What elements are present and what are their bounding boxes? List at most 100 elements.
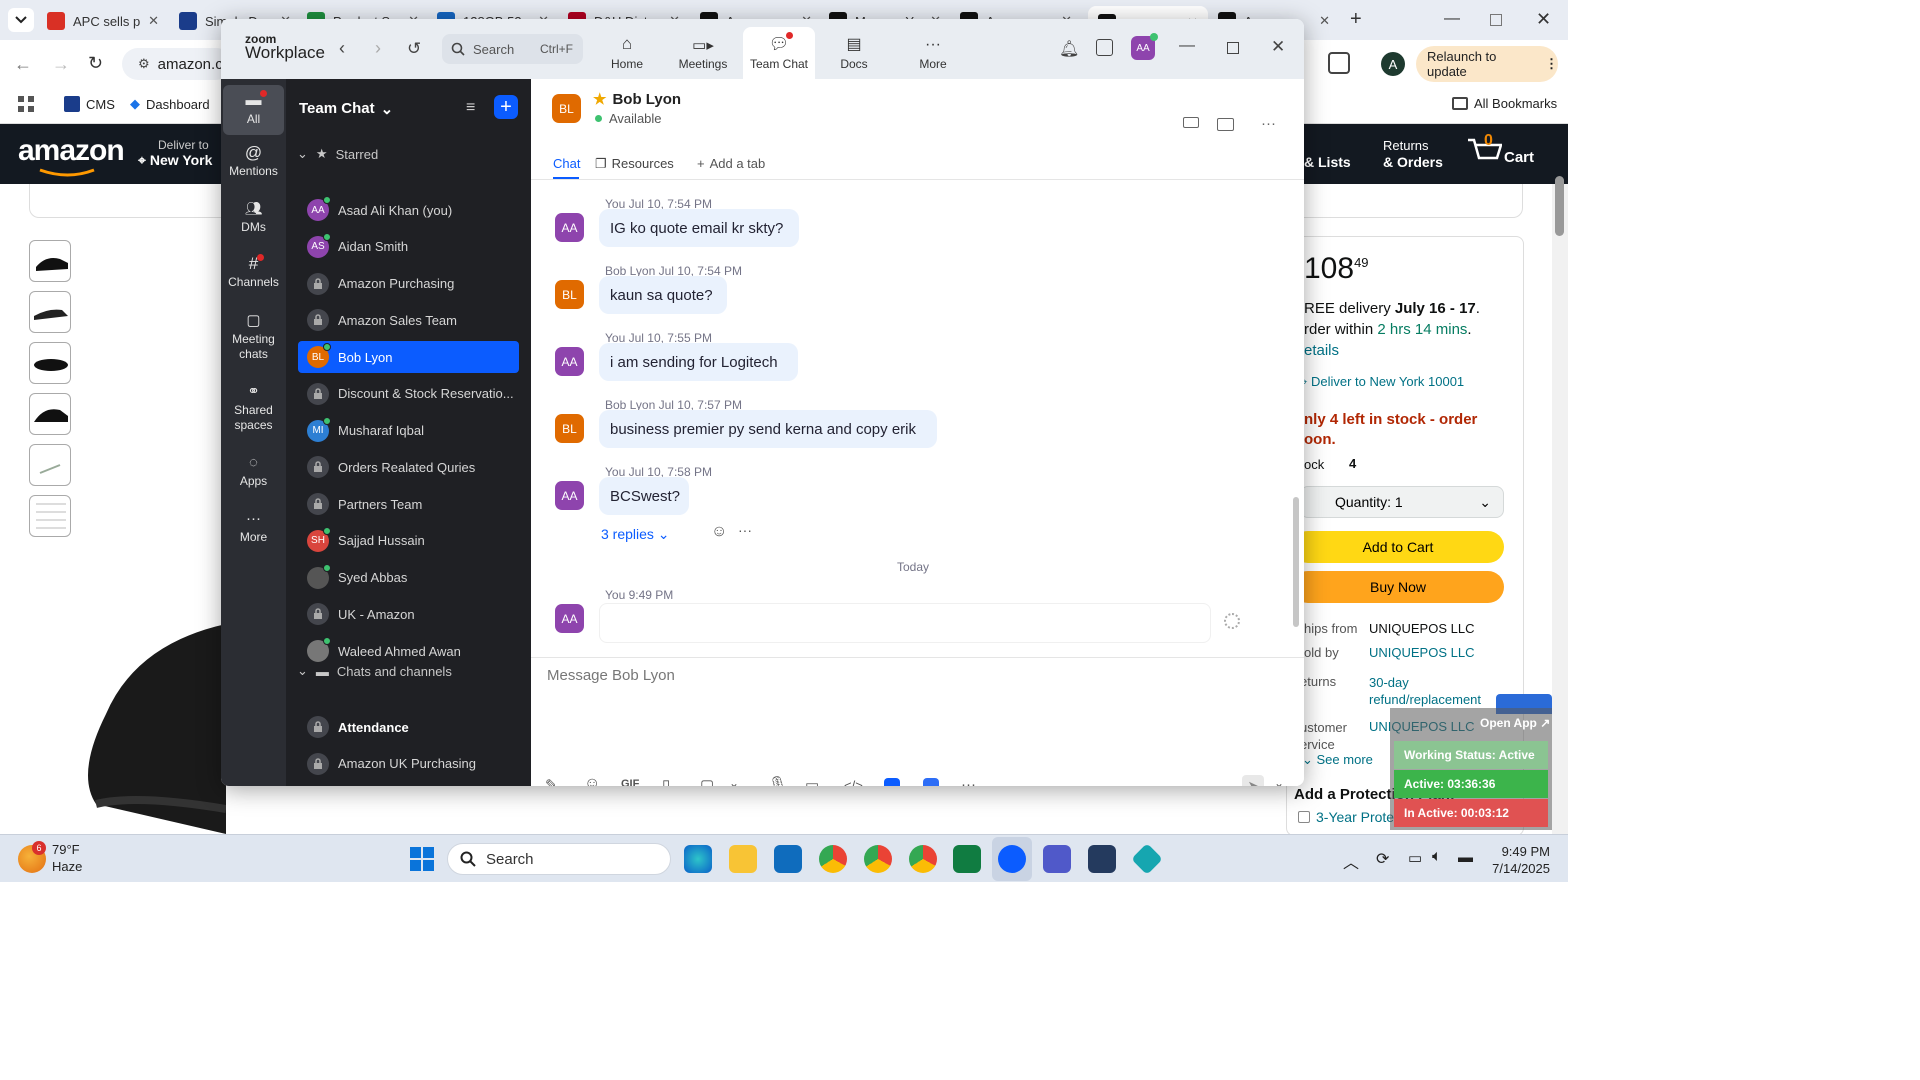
- message-bubble[interactable]: business premier py send kerna and copy …: [599, 410, 937, 448]
- see-more-link[interactable]: See more: [1317, 752, 1373, 767]
- chat-list-item[interactable]: AS Aidan Smith: [298, 231, 519, 263]
- amazon-logo[interactable]: amazon: [18, 134, 125, 168]
- rail-all[interactable]: ▬ All: [223, 85, 284, 135]
- tab-team-chat[interactable]: 💬︎ Team Chat: [743, 27, 815, 79]
- more-options-icon[interactable]: ···: [1261, 115, 1276, 132]
- chat-list-item[interactable]: SH Sajjad Hussain: [298, 525, 519, 557]
- returns-orders[interactable]: Returns & Orders: [1383, 138, 1443, 170]
- product-thumbnail[interactable]: [29, 240, 71, 282]
- profile-avatar[interactable]: AA: [1131, 33, 1158, 60]
- code-icon[interactable]: </>: [844, 778, 863, 786]
- contact-avatar[interactable]: BL: [552, 94, 581, 123]
- chat-scrollbar[interactable]: [1293, 497, 1299, 627]
- browser-tab[interactable]: APC sells p ✕: [47, 8, 159, 34]
- message-bubble[interactable]: IG ko quote email kr skty?: [599, 209, 799, 247]
- close-tab-icon[interactable]: ✕: [148, 13, 159, 29]
- weather-widget[interactable]: 79°F Haze: [52, 841, 82, 875]
- tab-chat[interactable]: Chat: [553, 156, 580, 179]
- tray-chevron-icon[interactable]: ︿: [1343, 849, 1359, 873]
- team-chat-dropdown[interactable]: Team Chat ⌄: [299, 100, 393, 118]
- chat-list-item[interactable]: AA Asad Ali Khan (you): [298, 194, 519, 226]
- bookmark-dashboard[interactable]: ◆ Dashboard: [130, 96, 210, 112]
- app-icon[interactable]: [923, 778, 939, 786]
- add-to-cart-button[interactable]: Add to Cart: [1292, 531, 1504, 563]
- chat-list-item[interactable]: Amazon Sales Team: [298, 304, 519, 336]
- message-composer[interactable]: Message Bob Lyon: [547, 667, 1287, 747]
- message-more-icon[interactable]: ···: [738, 522, 752, 538]
- bookmark-cms[interactable]: CMS: [64, 96, 115, 112]
- send-button[interactable]: ➤: [1242, 775, 1264, 786]
- add-tab-button[interactable]: + Add a tab: [697, 156, 765, 171]
- lists-link[interactable]: & Lists: [1304, 154, 1351, 170]
- filter-icon[interactable]: ≡: [466, 99, 475, 117]
- message-avatar[interactable]: AA: [555, 604, 584, 633]
- message-bubble[interactable]: i am sending for Logitech: [599, 343, 798, 381]
- details-link[interactable]: etails: [1304, 342, 1339, 359]
- rail-more[interactable]: ··· More: [223, 511, 284, 545]
- message-avatar[interactable]: BL: [555, 280, 584, 309]
- extensions-icon[interactable]: [1328, 52, 1350, 74]
- chat-list-item[interactable]: Amazon Purchasing: [298, 268, 519, 300]
- sync-icon[interactable]: ⟳: [1376, 849, 1389, 869]
- quantity-select[interactable]: Quantity: 1 ⌄: [1300, 486, 1504, 518]
- apps-grid-icon[interactable]: [18, 96, 34, 112]
- profile-avatar[interactable]: A: [1381, 52, 1405, 76]
- tab-docs[interactable]: ▤ Docs: [819, 27, 889, 79]
- section-chats-channels[interactable]: ⌄ ▬ Chats and channels: [297, 663, 452, 679]
- scrollbar-thumb[interactable]: [1555, 176, 1564, 236]
- cart-button[interactable]: 0 Cart: [1466, 132, 1534, 166]
- message-bubble[interactable]: kaun sa quote?: [599, 276, 727, 314]
- minimize-button[interactable]: —: [1179, 37, 1195, 55]
- app-icon[interactable]: [1131, 843, 1163, 875]
- emoji-reaction-icon[interactable]: ☺: [711, 523, 727, 541]
- chat-list-item[interactable]: Saad Hassan: [298, 785, 519, 787]
- chevron-down-icon[interactable]: ⌄: [729, 776, 739, 786]
- battery-icon[interactable]: ▬: [1458, 849, 1473, 866]
- open-app-link[interactable]: Open App ↗: [1480, 716, 1550, 730]
- video-call-icon[interactable]: [1183, 117, 1199, 128]
- minimize-browser-button[interactable]: —: [1444, 10, 1460, 28]
- share-screen-icon[interactable]: [1217, 118, 1234, 131]
- buy-now-button[interactable]: Buy Now: [1292, 571, 1504, 603]
- clock[interactable]: 9:49 PM 7/14/2025: [1488, 843, 1550, 877]
- history-icon[interactable]: ↺: [407, 39, 421, 59]
- relaunch-button[interactable]: Relaunch to update ⋮: [1416, 46, 1558, 82]
- product-thumbnail[interactable]: [29, 495, 71, 537]
- product-thumbnail[interactable]: [29, 342, 71, 384]
- tab-meetings[interactable]: ▭▸ Meetings: [668, 27, 738, 79]
- rail-apps[interactable]: ◌ Apps: [223, 455, 284, 489]
- chat-list-item[interactable]: Orders Realated Quries: [298, 451, 519, 483]
- chrome-icon[interactable]: [819, 845, 847, 873]
- page-scrollbar[interactable]: [1552, 176, 1568, 834]
- maximize-button[interactable]: [1227, 42, 1239, 54]
- chat-list-item[interactable]: Attendance: [298, 711, 519, 743]
- message-avatar[interactable]: AA: [555, 213, 584, 242]
- chat-list-item[interactable]: BL Bob Lyon: [298, 341, 519, 373]
- product-thumbnail[interactable]: [29, 291, 71, 333]
- tab-search-button[interactable]: [8, 8, 34, 32]
- new-chat-button[interactable]: +: [494, 95, 518, 119]
- chat-list-item[interactable]: Discount & Stock Reservatio...: [298, 378, 519, 410]
- outlook-icon[interactable]: [774, 845, 802, 873]
- rail-mentions[interactable]: @ Mentions: [223, 144, 284, 179]
- sold-by-link[interactable]: UNIQUEPOS LLC: [1369, 645, 1474, 660]
- file-explorer-icon[interactable]: [729, 845, 757, 873]
- teams-icon[interactable]: [1043, 845, 1071, 873]
- excel-icon[interactable]: [953, 845, 981, 873]
- message-bubble[interactable]: BCSwest?: [599, 477, 689, 515]
- tab-home[interactable]: ⌂ Home: [592, 27, 662, 79]
- product-thumbnail[interactable]: [29, 444, 71, 486]
- forward-arrow-icon[interactable]: ›: [375, 38, 381, 59]
- more-tools-icon[interactable]: ···: [961, 776, 976, 786]
- deliver-to-link[interactable]: Deliver to New York 10001: [1311, 374, 1464, 389]
- file-icon[interactable]: ▯: [662, 776, 670, 786]
- close-browser-button[interactable]: ✕: [1536, 9, 1551, 30]
- address-bar[interactable]: ⚙ amazon.co: [122, 48, 232, 80]
- protection-checkbox[interactable]: [1298, 811, 1310, 823]
- close-button[interactable]: ✕: [1271, 37, 1285, 57]
- restore-browser-button[interactable]: [1490, 14, 1502, 26]
- gif-button[interactable]: GIF: [621, 778, 639, 786]
- message-avatar[interactable]: BL: [555, 414, 584, 443]
- taskbar-search[interactable]: Search: [447, 843, 671, 875]
- new-tab-button[interactable]: +: [1350, 8, 1362, 31]
